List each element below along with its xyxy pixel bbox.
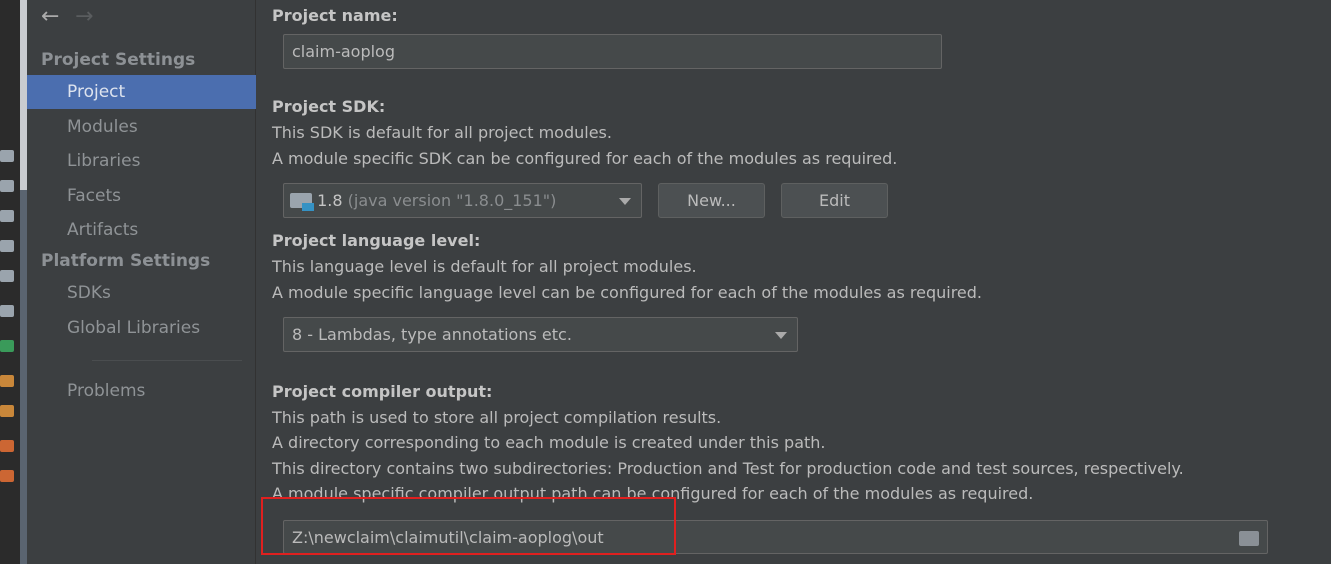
group-platform-settings: Platform Settings xyxy=(41,251,211,271)
arrow-right-icon[interactable]: → xyxy=(75,4,93,29)
group-project-settings: Project Settings xyxy=(41,50,196,70)
chart-file-icon xyxy=(0,375,14,387)
project-name-label: Project name: xyxy=(272,6,398,25)
sidebar-item-modules[interactable]: Modules xyxy=(27,110,256,144)
sidebar-item-artifacts[interactable]: Artifacts xyxy=(27,213,256,247)
folder-icon xyxy=(0,270,14,282)
background-window-strip xyxy=(0,0,20,564)
language-description: This language level is default for all p… xyxy=(272,257,697,276)
compiler-output-label: Project compiler output: xyxy=(272,382,493,401)
project-name-input[interactable]: claim-aoplog xyxy=(283,34,942,69)
sidebar-item-project[interactable]: Project xyxy=(27,75,256,109)
sdk-folder-icon xyxy=(290,193,314,211)
sdk-description: This SDK is default for all project modu… xyxy=(272,123,612,142)
language-description: A module specific language level can be … xyxy=(272,283,982,302)
file-icon xyxy=(0,340,14,352)
chart-file-icon xyxy=(0,405,14,417)
sidebar-item-sdks[interactable]: SDKs xyxy=(27,276,256,310)
project-sdk-label: Project SDK: xyxy=(272,97,386,116)
sidebar-item-facets[interactable]: Facets xyxy=(27,179,256,213)
sdk-description: A module specific SDK can be configured … xyxy=(272,149,898,168)
sdk-version: 1.8 xyxy=(317,191,343,210)
output-description: This directory contains two subdirectori… xyxy=(272,459,1184,478)
output-description: A directory corresponding to each module… xyxy=(272,433,826,452)
language-level-dropdown[interactable]: 8 - Lambdas, type annotations etc. xyxy=(283,317,798,352)
sdk-dropdown[interactable]: 1.8 (java version "1.8.0_151") xyxy=(283,183,642,218)
chevron-down-icon xyxy=(619,198,631,205)
divider xyxy=(92,360,242,361)
folder-icon xyxy=(0,150,14,162)
highlight-box xyxy=(261,497,676,555)
language-level-value: 8 - Lambdas, type annotations etc. xyxy=(292,325,572,344)
xml-file-icon xyxy=(0,440,14,452)
scrollbar-thumb[interactable] xyxy=(20,0,27,190)
xml-file-icon xyxy=(0,470,14,482)
sidebar-item-libraries[interactable]: Libraries xyxy=(27,144,256,178)
folder-icon xyxy=(0,180,14,192)
browse-folder-icon[interactable] xyxy=(1239,531,1259,546)
arrow-left-icon[interactable]: ← xyxy=(41,4,59,29)
folder-icon xyxy=(0,240,14,252)
sdk-version-detail: (java version "1.8.0_151") xyxy=(347,191,557,210)
edit-sdk-button[interactable]: Edit xyxy=(781,183,888,218)
output-description: This path is used to store all project c… xyxy=(272,408,722,427)
chevron-down-icon xyxy=(775,332,787,339)
sidebar-item-global-libraries[interactable]: Global Libraries xyxy=(27,311,256,345)
sidebar-item-problems[interactable]: Problems xyxy=(27,374,256,408)
folder-icon xyxy=(0,305,14,317)
settings-sidebar: ← → Project Settings Project Modules Lib… xyxy=(27,0,256,564)
folder-icon xyxy=(0,210,14,222)
language-level-label: Project language level: xyxy=(272,231,481,250)
new-sdk-button[interactable]: New... xyxy=(658,183,765,218)
